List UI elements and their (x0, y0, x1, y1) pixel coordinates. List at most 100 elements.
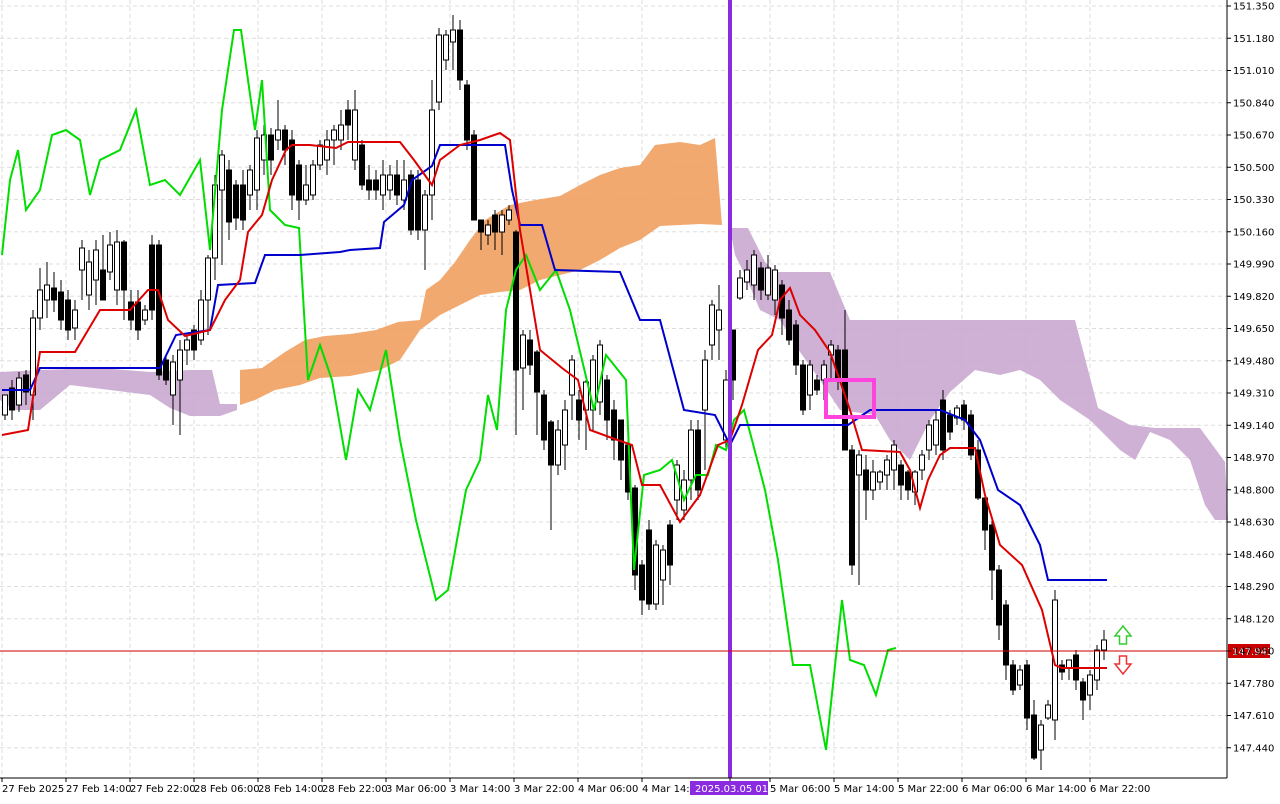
candle-bullish (716, 309, 722, 331)
time-tick-label: 27 Feb 14:00 (66, 784, 132, 795)
time-tick-label: 5 Mar 14:00 (834, 784, 894, 795)
candle-bullish (107, 244, 113, 273)
candle-bearish (296, 164, 302, 201)
candle-bullish (324, 139, 330, 161)
candle-bearish (758, 267, 764, 291)
time-tick-label: 27 Feb 2025 (2, 784, 64, 795)
price-tick-label: 148.460 (1233, 550, 1274, 561)
time-tick-label: 3 Mar 22:00 (514, 784, 574, 795)
candle-bearish (471, 134, 477, 221)
candle-bearish (527, 339, 533, 366)
candle-bearish (548, 421, 554, 466)
candle-bullish (506, 209, 512, 221)
candle-bullish (177, 349, 183, 381)
candle-bullish (1038, 724, 1044, 751)
time-tick-label: 5 Mar 22:00 (898, 784, 958, 795)
candle-bullish (807, 364, 813, 396)
candle-bearish (534, 351, 540, 393)
price-tick-label: 151.180 (1233, 34, 1274, 45)
price-tick-label: 151.010 (1233, 66, 1274, 77)
candle-bullish (485, 224, 491, 236)
candle-bullish (205, 257, 211, 301)
candle-bearish (282, 129, 288, 151)
candle-bullish (1101, 639, 1107, 651)
candle-bearish (940, 399, 946, 451)
candle-bullish (772, 269, 778, 301)
price-tick-label: 150.160 (1233, 227, 1274, 238)
candle-bearish (233, 184, 239, 219)
price-tick-label: 149.140 (1233, 421, 1274, 432)
candle-bearish (541, 394, 547, 441)
candle-bearish (1031, 714, 1037, 759)
candle-bullish (16, 377, 22, 406)
candle-bearish (513, 231, 519, 371)
candle-bullish (2, 394, 8, 416)
candle-bearish (646, 529, 652, 605)
candle-bullish (184, 339, 190, 351)
time-tick-label: 6 Mar 06:00 (962, 784, 1022, 795)
candle-bullish (1066, 659, 1072, 669)
candle-bullish (450, 29, 456, 43)
candle-bearish (989, 524, 995, 571)
candle-bearish (359, 144, 365, 186)
candle-bearish (639, 564, 645, 601)
time-tick-label: 28 Feb 14:00 (258, 784, 324, 795)
candle-bullish (331, 129, 337, 141)
candle-bearish (492, 214, 498, 233)
candle-bullish (653, 544, 659, 605)
price-tick-label: 147.610 (1233, 711, 1274, 722)
candle-bullish (352, 109, 358, 161)
candle-bearish (793, 324, 799, 366)
time-tick-label: 6 Mar 22:00 (1090, 784, 1150, 795)
price-tick-label: 148.630 (1233, 518, 1274, 529)
candle-bullish (877, 471, 883, 483)
candle-bullish (884, 459, 890, 476)
candle-bullish (142, 309, 148, 321)
candle-bullish (891, 444, 897, 471)
candle-bearish (58, 291, 64, 321)
candle-bearish (121, 241, 127, 291)
time-tick-label: 6 Mar 14:00 (1026, 784, 1086, 795)
candle-bullish (310, 164, 316, 196)
candle-bullish (688, 429, 694, 481)
candle-bullish (422, 194, 428, 231)
candle-bearish (156, 244, 162, 376)
chart-svg[interactable]: 147.943 151.350151.180151.010150.840150.… (0, 0, 1280, 800)
candle-bullish (436, 34, 442, 103)
candle-bullish (520, 334, 526, 369)
price-tick-label: 150.500 (1233, 163, 1274, 174)
candle-bullish (380, 174, 386, 196)
price-tick-label: 149.480 (1233, 356, 1274, 367)
candle-bearish (478, 219, 484, 233)
candle-bearish (1080, 681, 1086, 701)
candle-bullish (114, 241, 120, 291)
candle-bullish (219, 154, 225, 191)
candle-bearish (464, 84, 470, 141)
candle-bearish (611, 409, 617, 441)
time-tick-label: 28 Feb 22:00 (322, 784, 388, 795)
price-tick-label: 149.820 (1233, 292, 1274, 303)
candle-bullish (170, 361, 176, 396)
candle-bullish (555, 429, 561, 466)
candle-bullish (1017, 669, 1023, 686)
candle-bullish (1045, 704, 1051, 719)
candle-bullish (86, 261, 92, 296)
candle-bearish (947, 414, 953, 433)
candle-bullish (387, 174, 393, 191)
price-tick-label: 149.310 (1233, 389, 1274, 400)
candle-bearish (373, 179, 379, 191)
price-tick-label: 147.780 (1233, 679, 1274, 690)
ichimoku-price-chart[interactable]: 147.943 151.350 151.180 151.010 150.840 150.… (0, 0, 1280, 800)
candle-bullish (709, 304, 715, 346)
candle-bearish (268, 134, 274, 161)
candle-bullish (198, 299, 204, 341)
candle-bullish (723, 379, 729, 441)
candle-bullish (443, 34, 449, 61)
candle-bearish (457, 29, 463, 81)
candle-bearish (366, 179, 372, 191)
time-tick-label: 27 Feb 22:00 (130, 784, 196, 795)
candle-bearish (149, 244, 155, 311)
candle-bullish (1087, 674, 1093, 696)
candle-bearish (240, 184, 246, 221)
price-tick-label: 148.800 (1233, 485, 1274, 496)
